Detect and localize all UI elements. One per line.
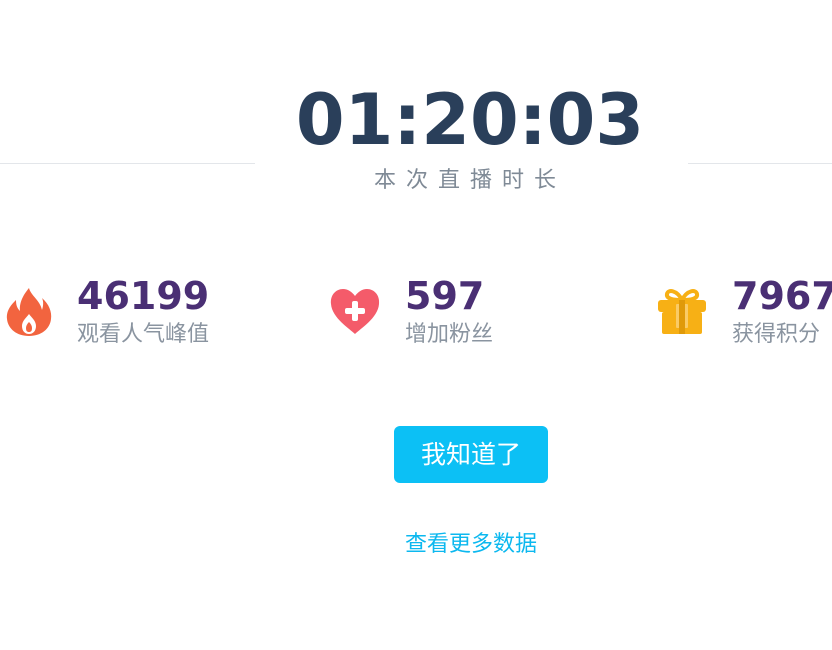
divider-left <box>0 163 255 164</box>
gift-icon <box>658 289 706 334</box>
live-duration-label: 本次直播时长 <box>373 168 566 193</box>
stat-value: 46199 <box>77 274 210 318</box>
divider-right <box>688 163 832 164</box>
stat-label: 增加粉丝 <box>405 322 494 347</box>
stat-peak-viewers: 46199 观看人气峰值 <box>0 272 260 356</box>
stat-label: 获得积分 <box>732 322 821 347</box>
live-summary-page: 01:20:03 本次直播时长 46199 观看人气峰值 597 增加粉丝 79… <box>0 0 832 650</box>
stat-fans-gained: 597 增加粉丝 <box>328 272 548 356</box>
view-more-data-link[interactable]: 查看更多数据 <box>370 528 572 562</box>
got-it-button[interactable]: 我知道了 <box>394 426 548 483</box>
heart-plus-icon <box>330 289 380 334</box>
stat-value: 7967 <box>732 274 832 318</box>
flame-icon <box>6 288 52 336</box>
stat-value: 597 <box>405 274 485 318</box>
stat-points-earned: 7967 获得积分 <box>655 272 832 356</box>
stat-label: 观看人气峰值 <box>77 322 210 347</box>
live-duration: 01:20:03 <box>295 79 645 161</box>
